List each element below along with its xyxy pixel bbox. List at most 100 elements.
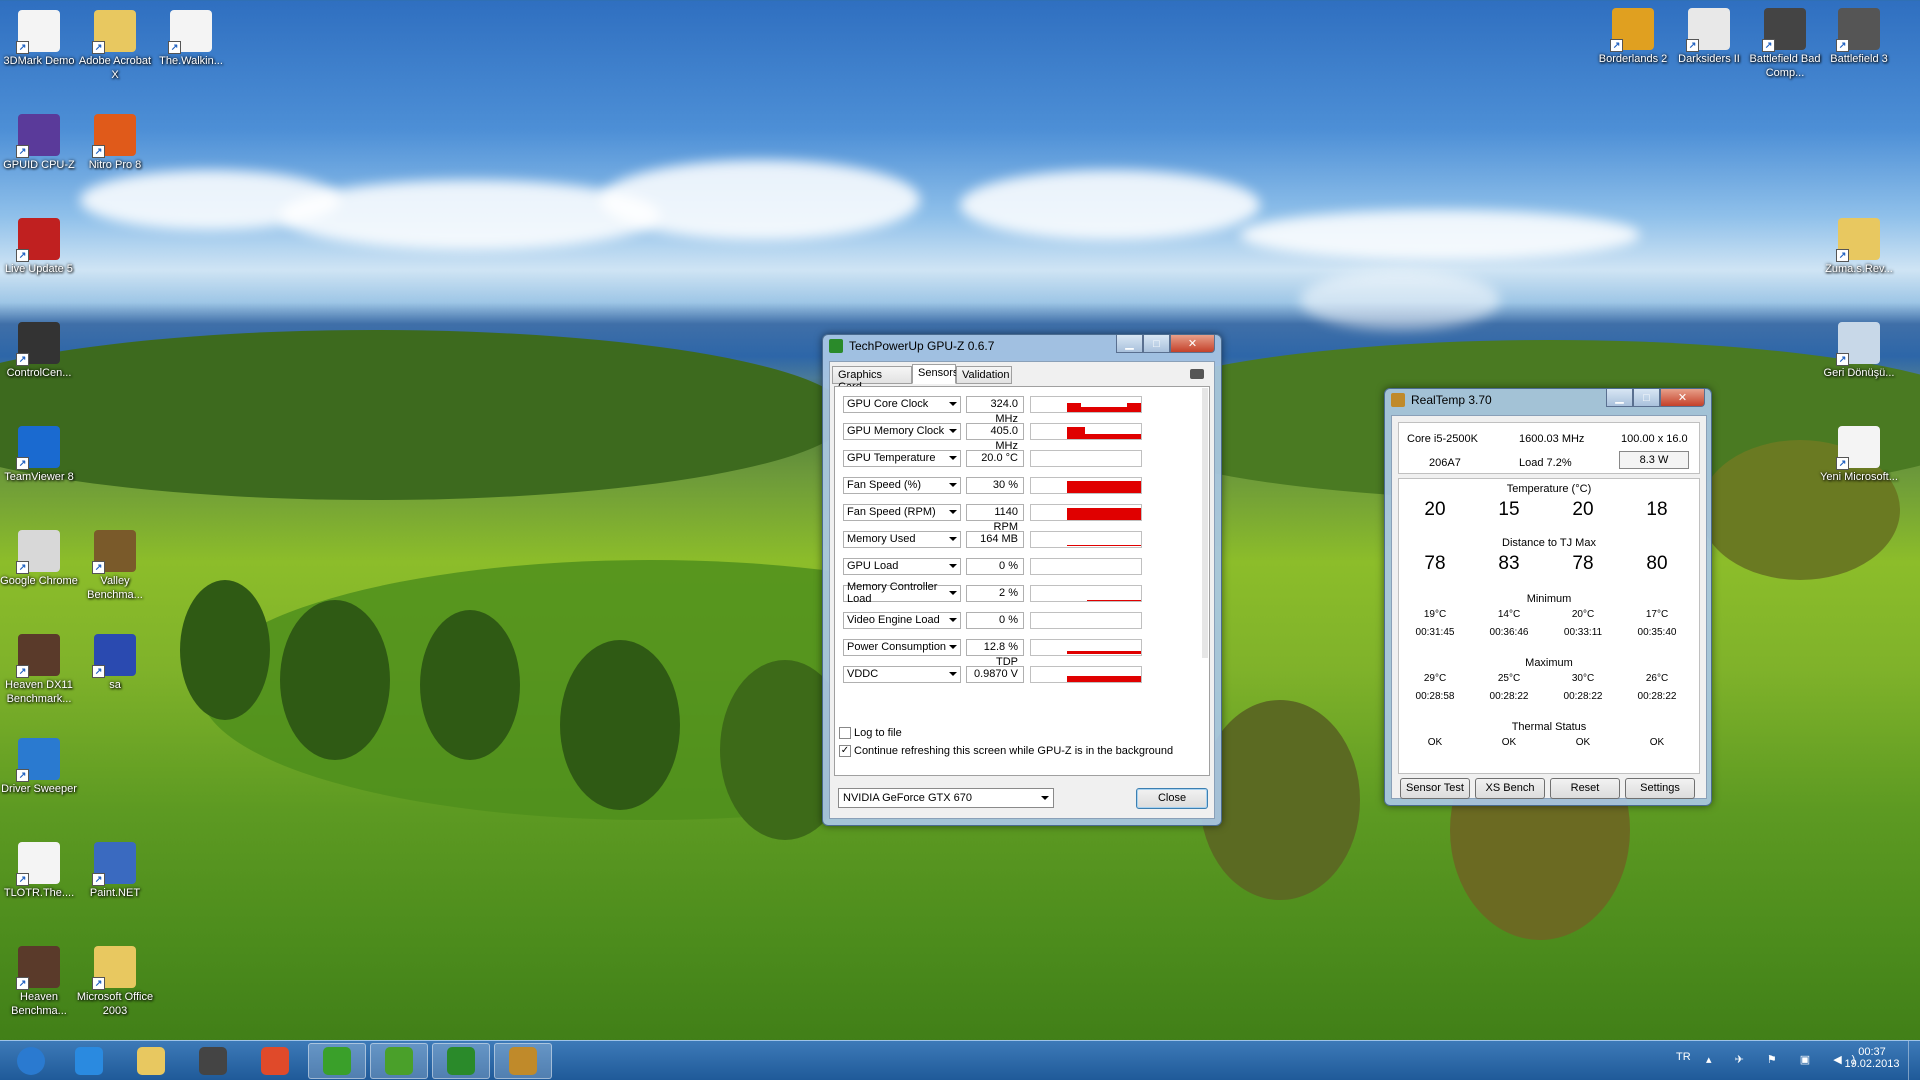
desktop-icon-shortcut[interactable]: ↗ sa	[76, 632, 154, 692]
sensor-name-dropdown[interactable]: Memory Controller Load	[843, 581, 961, 605]
desktop-icon-shortcut[interactable]: ↗ Geri Dönüşü...	[1820, 320, 1898, 380]
sensor-name-dropdown[interactable]: GPU Core Clock	[843, 395, 961, 413]
desktop-icon-label: Battlefield Bad Comp...	[1749, 53, 1821, 79]
tab-validation[interactable]: Validation	[956, 366, 1012, 384]
desktop-icon-shortcut[interactable]: ↗ Darksiders II	[1670, 6, 1748, 66]
log-to-file-check[interactable]	[839, 727, 851, 740]
maximum-title: Maximum	[1525, 657, 1573, 669]
desktop-icon-shortcut[interactable]: ↗ Valley Benchma...	[76, 528, 154, 602]
gpuz-taskbar-button[interactable]	[432, 1043, 490, 1079]
sensor-name-dropdown[interactable]: GPU Load	[843, 557, 961, 575]
desktop-icon-shortcut[interactable]: ↗ Battlefield 3	[1820, 6, 1898, 66]
reset-button[interactable]: Reset	[1550, 778, 1620, 799]
desktop-icon-label: Nitro Pro 8	[88, 159, 142, 171]
continue-refresh-check[interactable]: ✓	[839, 745, 851, 758]
sensor-name: Memory Controller Load	[847, 581, 938, 605]
desktop-icon-shortcut[interactable]: ↗ TLOTR.The....	[0, 840, 78, 900]
desktop-icon-shortcut[interactable]: ↗ TeamViewer 8	[0, 424, 78, 484]
desktop-icon-shortcut[interactable]: ↗ Live Update 5	[0, 216, 78, 276]
sensor-graph	[1030, 476, 1142, 494]
gpu-select[interactable]: NVIDIA GeForce GTX 670	[838, 788, 1054, 808]
internet-explorer-taskbar-button[interactable]	[60, 1043, 118, 1079]
shortcut-arrow-icon: ↗	[16, 145, 29, 158]
explorer-taskbar-button[interactable]	[122, 1043, 180, 1079]
folder-icon: ↗	[1836, 218, 1880, 262]
utorrent-taskbar-button[interactable]	[308, 1043, 366, 1079]
desktop-icon-shortcut[interactable]: ↗ Adobe Acrobat X	[76, 8, 154, 82]
xs-bench-button[interactable]: XS Bench	[1475, 778, 1545, 799]
start-orb-taskbar-button[interactable]	[2, 1043, 60, 1079]
sensor-graph	[1030, 503, 1142, 521]
shortcut-arrow-icon: ↗	[16, 41, 29, 54]
desktop-icon-shortcut[interactable]: ↗ Paint.NET	[76, 840, 154, 900]
sensor-name: GPU Memory Clock	[847, 425, 945, 437]
realtemp-taskbar-button[interactable]	[494, 1043, 552, 1079]
minimize-button[interactable]: ▁	[1116, 335, 1143, 353]
sensor-name-dropdown[interactable]: VDDC	[843, 665, 961, 683]
close-window-button[interactable]: ✕	[1170, 335, 1215, 353]
tab-graphics-card[interactable]: Graphics Card	[832, 366, 912, 393]
battlefield3-icon: ↗	[1836, 8, 1880, 52]
clock[interactable]: 00:37 19.02.2013	[1840, 1046, 1904, 1070]
distance-to-tjmax: 83	[1498, 553, 1520, 574]
camera-icon[interactable]	[1190, 369, 1204, 379]
desktop-icon-shortcut[interactable]: ↗ Microsoft Office 2003	[76, 944, 154, 1018]
sensor-value: 0 %	[966, 557, 1024, 575]
desktop-icon-label: GPUID CPU-Z	[3, 159, 75, 171]
sensor-name-dropdown[interactable]: GPU Temperature	[843, 449, 961, 467]
min-time: 00:36:46	[1489, 627, 1529, 638]
desktop-icon-shortcut[interactable]: ↗ Driver Sweeper	[0, 736, 78, 796]
show-desktop-button[interactable]	[1908, 1041, 1920, 1080]
media-center-taskbar-button[interactable]	[184, 1043, 242, 1079]
language-indicator[interactable]: TR	[1676, 1051, 1691, 1063]
minimize-button[interactable]: ▁	[1606, 389, 1633, 407]
desktop-icon-shortcut[interactable]: ↗ Heaven Benchma...	[0, 944, 78, 1018]
sensor-name-dropdown[interactable]: Memory Used	[843, 530, 961, 548]
desktop-icon-shortcut[interactable]: ↗ 3DMark Demo	[0, 8, 78, 68]
desktop-icon-label: Microsoft Office 2003	[76, 991, 154, 1017]
sensor-graph	[1030, 449, 1142, 467]
desktop-icon-shortcut[interactable]: ↗ GPUID CPU-Z	[0, 112, 78, 172]
continue-refresh-checkbox[interactable]: ✓ Continue refreshing this screen while G…	[839, 745, 1173, 758]
sensor-name-dropdown[interactable]: Fan Speed (%)	[843, 476, 961, 494]
shortcut-arrow-icon: ↗	[1836, 353, 1849, 366]
settings-button[interactable]: Settings	[1625, 778, 1695, 799]
shortcut-arrow-icon: ↗	[16, 665, 29, 678]
cpu-multiplier: 100.00 x 16.0	[1621, 433, 1688, 445]
sensor-name-dropdown[interactable]: Video Engine Load	[843, 611, 961, 629]
messenger-taskbar-button[interactable]	[370, 1043, 428, 1079]
gpuz-close-button[interactable]: Close	[1136, 788, 1208, 809]
desktop-icon-shortcut[interactable]: ↗ Borderlands 2	[1594, 6, 1672, 66]
min-time: 00:31:45	[1415, 627, 1455, 638]
document-icon: ↗	[1836, 426, 1880, 470]
desktop-icon-shortcut[interactable]: ↗ Heaven DX11 Benchmark...	[0, 632, 78, 706]
tab-sensors[interactable]: Sensors	[912, 364, 958, 384]
desktop-icon-shortcut[interactable]: ↗ The.Walkin...	[152, 8, 230, 68]
maximize-button[interactable]: □	[1143, 335, 1170, 353]
sensor-name-dropdown[interactable]: Fan Speed (RPM)	[843, 503, 961, 521]
desktop-icon-shortcut[interactable]: ↗ Nitro Pro 8	[76, 112, 154, 172]
chevron-down-icon	[949, 671, 957, 676]
sensors-scrollbar[interactable]	[1202, 388, 1208, 658]
shortcut-arrow-icon: ↗	[16, 873, 29, 886]
sensor-name-dropdown[interactable]: Power Consumption	[843, 638, 961, 656]
explorer-icon	[137, 1047, 165, 1075]
document-icon: ↗	[168, 10, 212, 54]
desktop-icon-shortcut[interactable]: ↗ Battlefield Bad Comp...	[1746, 6, 1824, 80]
sensor-value: 2 %	[966, 584, 1024, 602]
desktop-icon-shortcut[interactable]: ↗ ControlCen...	[0, 320, 78, 380]
sensor-graph-bar	[1067, 426, 1085, 439]
log-to-file-checkbox[interactable]: Log to file	[839, 727, 902, 740]
chrome-taskbar-button[interactable]	[246, 1043, 304, 1079]
desktop-icon-shortcut[interactable]: ↗ Zuma.s.Rev...	[1820, 216, 1898, 276]
close-window-button[interactable]: ✕	[1660, 389, 1705, 407]
desktop-icon-shortcut[interactable]: ↗ Google Chrome	[0, 528, 78, 588]
sensor-row: GPU Memory Clock 405.0 MHz	[843, 422, 1142, 452]
cpu-power: 8.3 W	[1619, 451, 1689, 469]
desktop-icon-shortcut[interactable]: ↗ Yeni Microsoft...	[1820, 424, 1898, 484]
sensor-name-dropdown[interactable]: GPU Memory Clock	[843, 422, 961, 440]
maximize-button[interactable]: □	[1633, 389, 1660, 407]
cpu-frequency: 1600.03 MHz	[1519, 433, 1585, 445]
sensor-test-button[interactable]: Sensor Test	[1400, 778, 1470, 799]
clock-date: 19.02.2013	[1844, 1058, 1900, 1070]
